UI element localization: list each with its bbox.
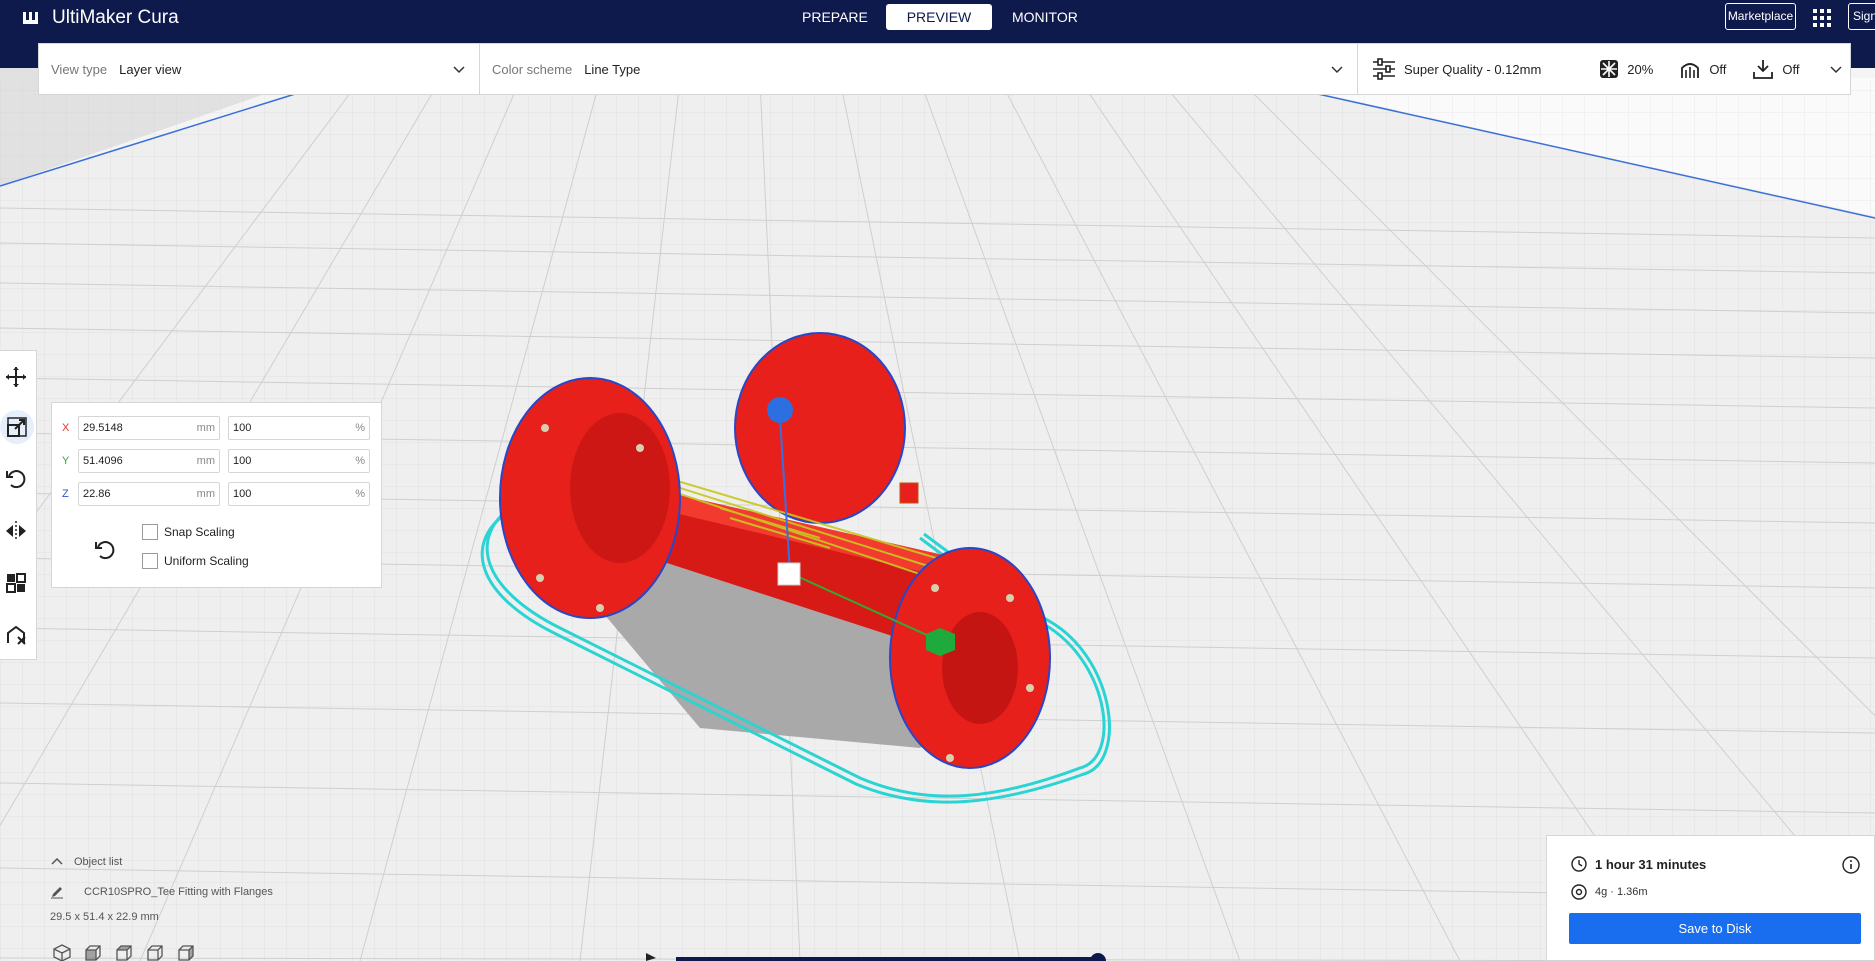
support-blocker-icon	[7, 625, 26, 645]
axis-x-label: X	[62, 422, 70, 434]
marketplace-button[interactable]: Marketplace	[1725, 3, 1796, 30]
tab-preview[interactable]: PREVIEW	[886, 4, 992, 30]
scale-y-mm-field[interactable]: 51.4096 mm	[78, 449, 220, 473]
spool-icon	[1571, 884, 1587, 900]
print-settings-selector[interactable]: Super Quality - 0.12mm 20% Off Off	[1358, 44, 1850, 94]
per-model-settings-icon	[6, 573, 26, 593]
scale-x-percent-field[interactable]: 100 %	[228, 416, 370, 440]
uniform-scaling-option[interactable]: Uniform Scaling	[142, 553, 249, 569]
print-info-panel: 1 hour 31 minutes 4g · 1.36m Save to Dis…	[1546, 835, 1875, 961]
color-scheme-label: Color scheme	[492, 61, 573, 77]
print-profile: Super Quality - 0.12mm	[1372, 58, 1541, 80]
object-name: CCR10SPRO_Tee Fitting with Flanges	[84, 886, 273, 898]
scale-y-percent-field[interactable]: 100 %	[228, 449, 370, 473]
clock-icon	[1571, 856, 1587, 872]
move-tool-button[interactable]	[2, 363, 30, 391]
snap-scaling-checkbox[interactable]	[142, 524, 158, 540]
adhesion-setting: Off	[1752, 58, 1800, 80]
app-name: UltiMaker Cura	[52, 7, 179, 28]
scale-z-mm-field[interactable]: 22.86 mm	[78, 482, 220, 506]
tab-prepare[interactable]: PREPARE	[788, 4, 880, 30]
material-usage: 4g · 1.36m	[1571, 884, 1648, 900]
scale-row-z: Z 22.86 mm 100 %	[62, 482, 378, 506]
support-icon	[1681, 63, 1700, 78]
3d-view-icon[interactable]	[53, 944, 71, 961]
left-view-icon[interactable]	[146, 944, 164, 961]
adhesion-value: Off	[1782, 61, 1800, 77]
camera-view-buttons	[53, 944, 195, 961]
top-view-icon[interactable]	[115, 944, 133, 961]
object-list-item[interactable]: CCR10SPRO_Tee Fitting with Flanges	[50, 885, 350, 899]
scale-tool-button[interactable]	[0, 410, 34, 444]
chevron-up-icon	[51, 857, 63, 865]
infill-setting: 20%	[1599, 59, 1653, 79]
app-logo: UltiMaker Cura	[22, 7, 179, 28]
sign-in-button[interactable]: Sign	[1848, 3, 1875, 30]
chevron-down-icon	[1331, 66, 1343, 74]
color-scheme-dropdown[interactable]: Color scheme Line Type	[480, 44, 1358, 94]
reset-scale-icon[interactable]	[92, 536, 118, 562]
axis-y-label: Y	[62, 455, 70, 467]
chevron-down-icon	[453, 66, 465, 74]
move-icon	[6, 367, 26, 387]
object-list-title: Object list	[74, 856, 123, 868]
ultimaker-logo-icon	[23, 12, 38, 24]
scale-panel: X 29.5148 mm 100 % Y 51.4096 mm 100 % Z …	[51, 402, 382, 588]
layer-slider-handle[interactable]	[1090, 953, 1106, 961]
view-type-label: View type	[51, 61, 108, 77]
pencil-icon	[51, 887, 63, 899]
color-scheme-value: Line Type	[584, 61, 641, 77]
view-settings-header: View type Layer view Color scheme Line T…	[38, 43, 1851, 95]
scale-icon	[7, 417, 27, 437]
uniform-scaling-label: Uniform Scaling	[164, 554, 249, 568]
snap-scaling-label: Snap Scaling	[164, 525, 235, 539]
mirror-icon	[6, 521, 26, 541]
uniform-scaling-checkbox[interactable]	[142, 553, 158, 569]
play-icon[interactable]	[646, 953, 656, 961]
rotate-icon	[6, 470, 26, 489]
scale-x-mm-field[interactable]: 29.5148 mm	[78, 416, 220, 440]
tool-bar	[0, 350, 37, 660]
snap-scaling-option[interactable]: Snap Scaling	[142, 524, 235, 540]
adhesion-icon	[1753, 60, 1774, 79]
view-type-dropdown[interactable]: View type Layer view	[39, 44, 480, 94]
stage-tabs: PREPARE PREVIEW MONITOR	[788, 4, 1090, 30]
scale-z-percent-field[interactable]: 100 %	[228, 482, 370, 506]
front-view-icon[interactable]	[84, 944, 102, 961]
infill-value: 20%	[1627, 61, 1654, 77]
right-view-icon[interactable]	[177, 944, 195, 961]
per-model-settings-button[interactable]	[2, 569, 30, 597]
rotate-tool-button[interactable]	[2, 465, 30, 493]
support-blocker-button[interactable]	[2, 621, 30, 649]
infill-icon	[1600, 60, 1619, 78]
mirror-tool-button[interactable]	[2, 517, 30, 545]
z-axis-handle[interactable]	[767, 397, 793, 423]
object-dimensions: 29.5 x 51.4 x 22.9 mm	[50, 911, 159, 923]
center-handle[interactable]	[777, 562, 801, 586]
support-value: Off	[1709, 61, 1727, 77]
view-type-value: Layer view	[119, 61, 182, 77]
layer-slider[interactable]	[646, 953, 1106, 961]
scale-row-x: X 29.5148 mm 100 %	[62, 416, 378, 440]
save-to-disk-button[interactable]: Save to Disk	[1569, 913, 1861, 944]
scale-row-y: Y 51.4096 mm 100 %	[62, 449, 378, 473]
profile-name: Super Quality - 0.12mm	[1404, 61, 1542, 77]
object-list-toggle[interactable]: Object list	[50, 856, 200, 868]
axis-z-label: Z	[62, 488, 69, 500]
chevron-down-icon	[1830, 66, 1842, 74]
support-setting: Off	[1679, 58, 1726, 80]
print-time: 1 hour 31 minutes	[1571, 856, 1706, 872]
tab-monitor[interactable]: MONITOR	[998, 4, 1090, 30]
apps-grid-icon[interactable]	[1812, 8, 1832, 28]
info-icon[interactable]	[1842, 856, 1860, 874]
sliders-icon	[1373, 58, 1395, 80]
